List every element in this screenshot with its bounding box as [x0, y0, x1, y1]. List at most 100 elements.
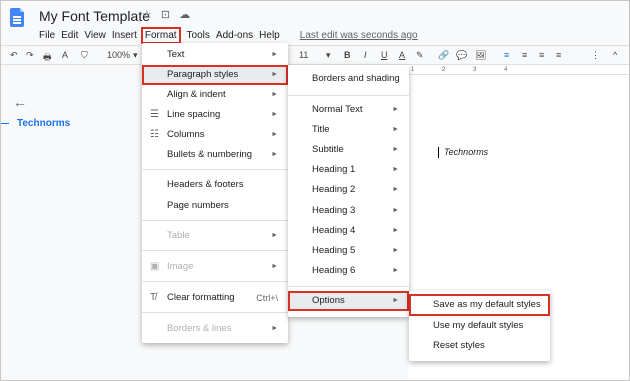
link-icon[interactable]: 🔗	[438, 50, 449, 61]
last-edit-link[interactable]: Last edit was seconds ago	[300, 30, 418, 41]
more-icon[interactable]: ⋮	[591, 50, 600, 61]
align-left-icon[interactable]: ≡	[504, 50, 509, 60]
line-spacing-icon: ☰	[150, 109, 159, 120]
columns-label: Columns	[167, 129, 205, 140]
document-text[interactable]: Technorms	[438, 147, 488, 157]
style-heading-3-item[interactable]: Heading 3 ►	[288, 201, 409, 221]
style-title-item[interactable]: Title ►	[288, 120, 409, 140]
chevron-right-icon: ►	[392, 227, 399, 234]
menu-format[interactable]: Format	[140, 26, 181, 44]
image-icon: ▣	[150, 261, 160, 272]
undo-icon[interactable]: ↶	[10, 50, 18, 61]
format-headers-footers-item[interactable]: Headers & footers	[142, 175, 288, 195]
comment-icon[interactable]: 💬	[456, 50, 467, 61]
menu-divider	[142, 312, 288, 313]
format-image-item: ▣ Image ►	[142, 257, 288, 277]
menu-help[interactable]: Help	[259, 30, 280, 41]
clear-formatting-icon: T̸	[150, 292, 157, 303]
paint-format-icon[interactable]: ⛉	[81, 50, 88, 61]
style-normal-text-item[interactable]: Normal Text ►	[288, 100, 409, 120]
print-icon[interactable]: 🖶	[43, 50, 52, 66]
menu-addons[interactable]: Add-ons	[216, 30, 253, 41]
format-text-label: Text	[167, 49, 185, 60]
chevron-right-icon: ►	[271, 151, 278, 158]
menu-divider	[142, 220, 288, 221]
format-columns-item[interactable]: ☷ Columns ►	[142, 125, 288, 145]
chevron-right-icon: ►	[392, 126, 399, 133]
format-line-spacing-item[interactable]: ☰ Line spacing ►	[142, 105, 288, 125]
chevron-right-icon: ►	[271, 131, 278, 138]
chevron-right-icon: ►	[271, 263, 278, 270]
use-default-styles-item[interactable]: Use my default styles	[409, 316, 550, 336]
reset-styles-item[interactable]: Reset styles	[409, 336, 550, 356]
style-heading-6-item[interactable]: Heading 6 ►	[288, 261, 409, 281]
redo-icon[interactable]: ↷	[26, 50, 34, 61]
line-spacing-label: Line spacing	[167, 109, 221, 120]
chevron-right-icon: ►	[392, 297, 399, 304]
title-label: Title	[312, 124, 330, 135]
spellcheck-icon[interactable]: A	[62, 50, 68, 60]
paragraph-styles-label: Paragraph styles	[167, 69, 239, 80]
menu-insert[interactable]: Insert	[112, 30, 137, 41]
docs-logo-icon[interactable]	[10, 8, 24, 27]
style-heading-4-item[interactable]: Heading 4 ►	[288, 221, 409, 241]
image-icon[interactable]: 🖼	[475, 50, 486, 61]
clear-formatting-shortcut: Ctrl+\	[256, 293, 278, 303]
style-heading-1-item[interactable]: Heading 1 ►	[288, 160, 409, 180]
format-align-indent-item[interactable]: Align & indent ►	[142, 85, 288, 105]
align-right-icon[interactable]: ≡	[539, 50, 544, 60]
style-heading-5-item[interactable]: Heading 5 ►	[288, 241, 409, 261]
back-arrow-icon[interactable]: ←	[13, 94, 27, 110]
format-paragraph-styles-item[interactable]: Paragraph styles ►	[142, 65, 288, 85]
chevron-right-icon: ►	[271, 325, 278, 332]
save-default-styles-item[interactable]: Save as my default styles	[409, 294, 550, 316]
style-subtitle-item[interactable]: Subtitle ►	[288, 140, 409, 160]
page-numbers-label: Page numbers	[167, 200, 229, 211]
subtitle-label: Subtitle	[312, 144, 344, 155]
heading-4-label: Heading 4	[312, 225, 356, 236]
text-color-button[interactable]: A	[399, 50, 405, 60]
align-indent-label: Align & indent	[167, 89, 226, 100]
menu-edit[interactable]: Edit	[61, 30, 78, 41]
save-default-styles-label: Save as my default styles	[433, 299, 541, 310]
format-page-numbers-item[interactable]: Page numbers	[142, 196, 288, 216]
menu-tools[interactable]: Tools	[187, 30, 210, 41]
chevron-right-icon: ►	[392, 207, 399, 214]
format-bullets-item[interactable]: Bullets & numbering ►	[142, 145, 288, 165]
highlight-icon[interactable]: ✎	[416, 50, 424, 61]
underline-button[interactable]: U	[381, 50, 388, 60]
style-options-item[interactable]: Options ►	[288, 291, 409, 311]
document-title[interactable]: My Font Template	[39, 8, 150, 24]
options-label: Options	[312, 295, 345, 306]
menu-divider	[288, 95, 409, 96]
columns-icon: ☷	[150, 129, 159, 140]
bold-button[interactable]: B	[344, 50, 351, 60]
menu-view[interactable]: View	[84, 30, 106, 41]
toolbar: ↶ ↷ 🖶 A ⛉ 100% ▾ 11 ▾ B I U A ✎ 🔗 💬 🖼 ≡ …	[1, 45, 629, 66]
style-heading-2-item[interactable]: Heading 2 ►	[288, 180, 409, 200]
heading-5-label: Heading 5	[312, 245, 356, 256]
menu-divider	[142, 250, 288, 251]
chevron-right-icon: ►	[271, 111, 278, 118]
menu-divider	[142, 281, 288, 282]
collapse-icon[interactable]: ^	[613, 50, 617, 60]
italic-button[interactable]: I	[364, 50, 367, 60]
outline-marker	[1, 122, 9, 125]
zoom-caret-icon[interactable]: ▾	[133, 50, 138, 61]
format-text-item[interactable]: Text ►	[142, 45, 288, 65]
app-window: My Font Template ☆ ⊡ ☁ File Edit View In…	[0, 0, 630, 381]
outline-item[interactable]: Technorms	[1, 118, 70, 129]
star-move-cloud-icons[interactable]: ☆ ⊡ ☁	[142, 8, 193, 21]
zoom-select[interactable]: 100%	[107, 50, 130, 60]
chevron-right-icon: ►	[271, 51, 278, 58]
font-size-caret-icon[interactable]: ▾	[326, 50, 331, 61]
align-center-icon[interactable]: ≡	[522, 50, 527, 60]
chevron-right-icon: ►	[271, 71, 278, 78]
chevron-right-icon: ►	[392, 146, 399, 153]
menu-file[interactable]: File	[39, 30, 55, 41]
font-size-select[interactable]: 11	[299, 50, 308, 60]
format-clear-formatting-item[interactable]: T̸ Clear formatting Ctrl+\	[142, 288, 288, 308]
justify-icon[interactable]: ≡	[556, 50, 561, 60]
borders-shading-item[interactable]: Borders and shading	[288, 69, 409, 89]
chevron-right-icon: ►	[392, 267, 399, 274]
